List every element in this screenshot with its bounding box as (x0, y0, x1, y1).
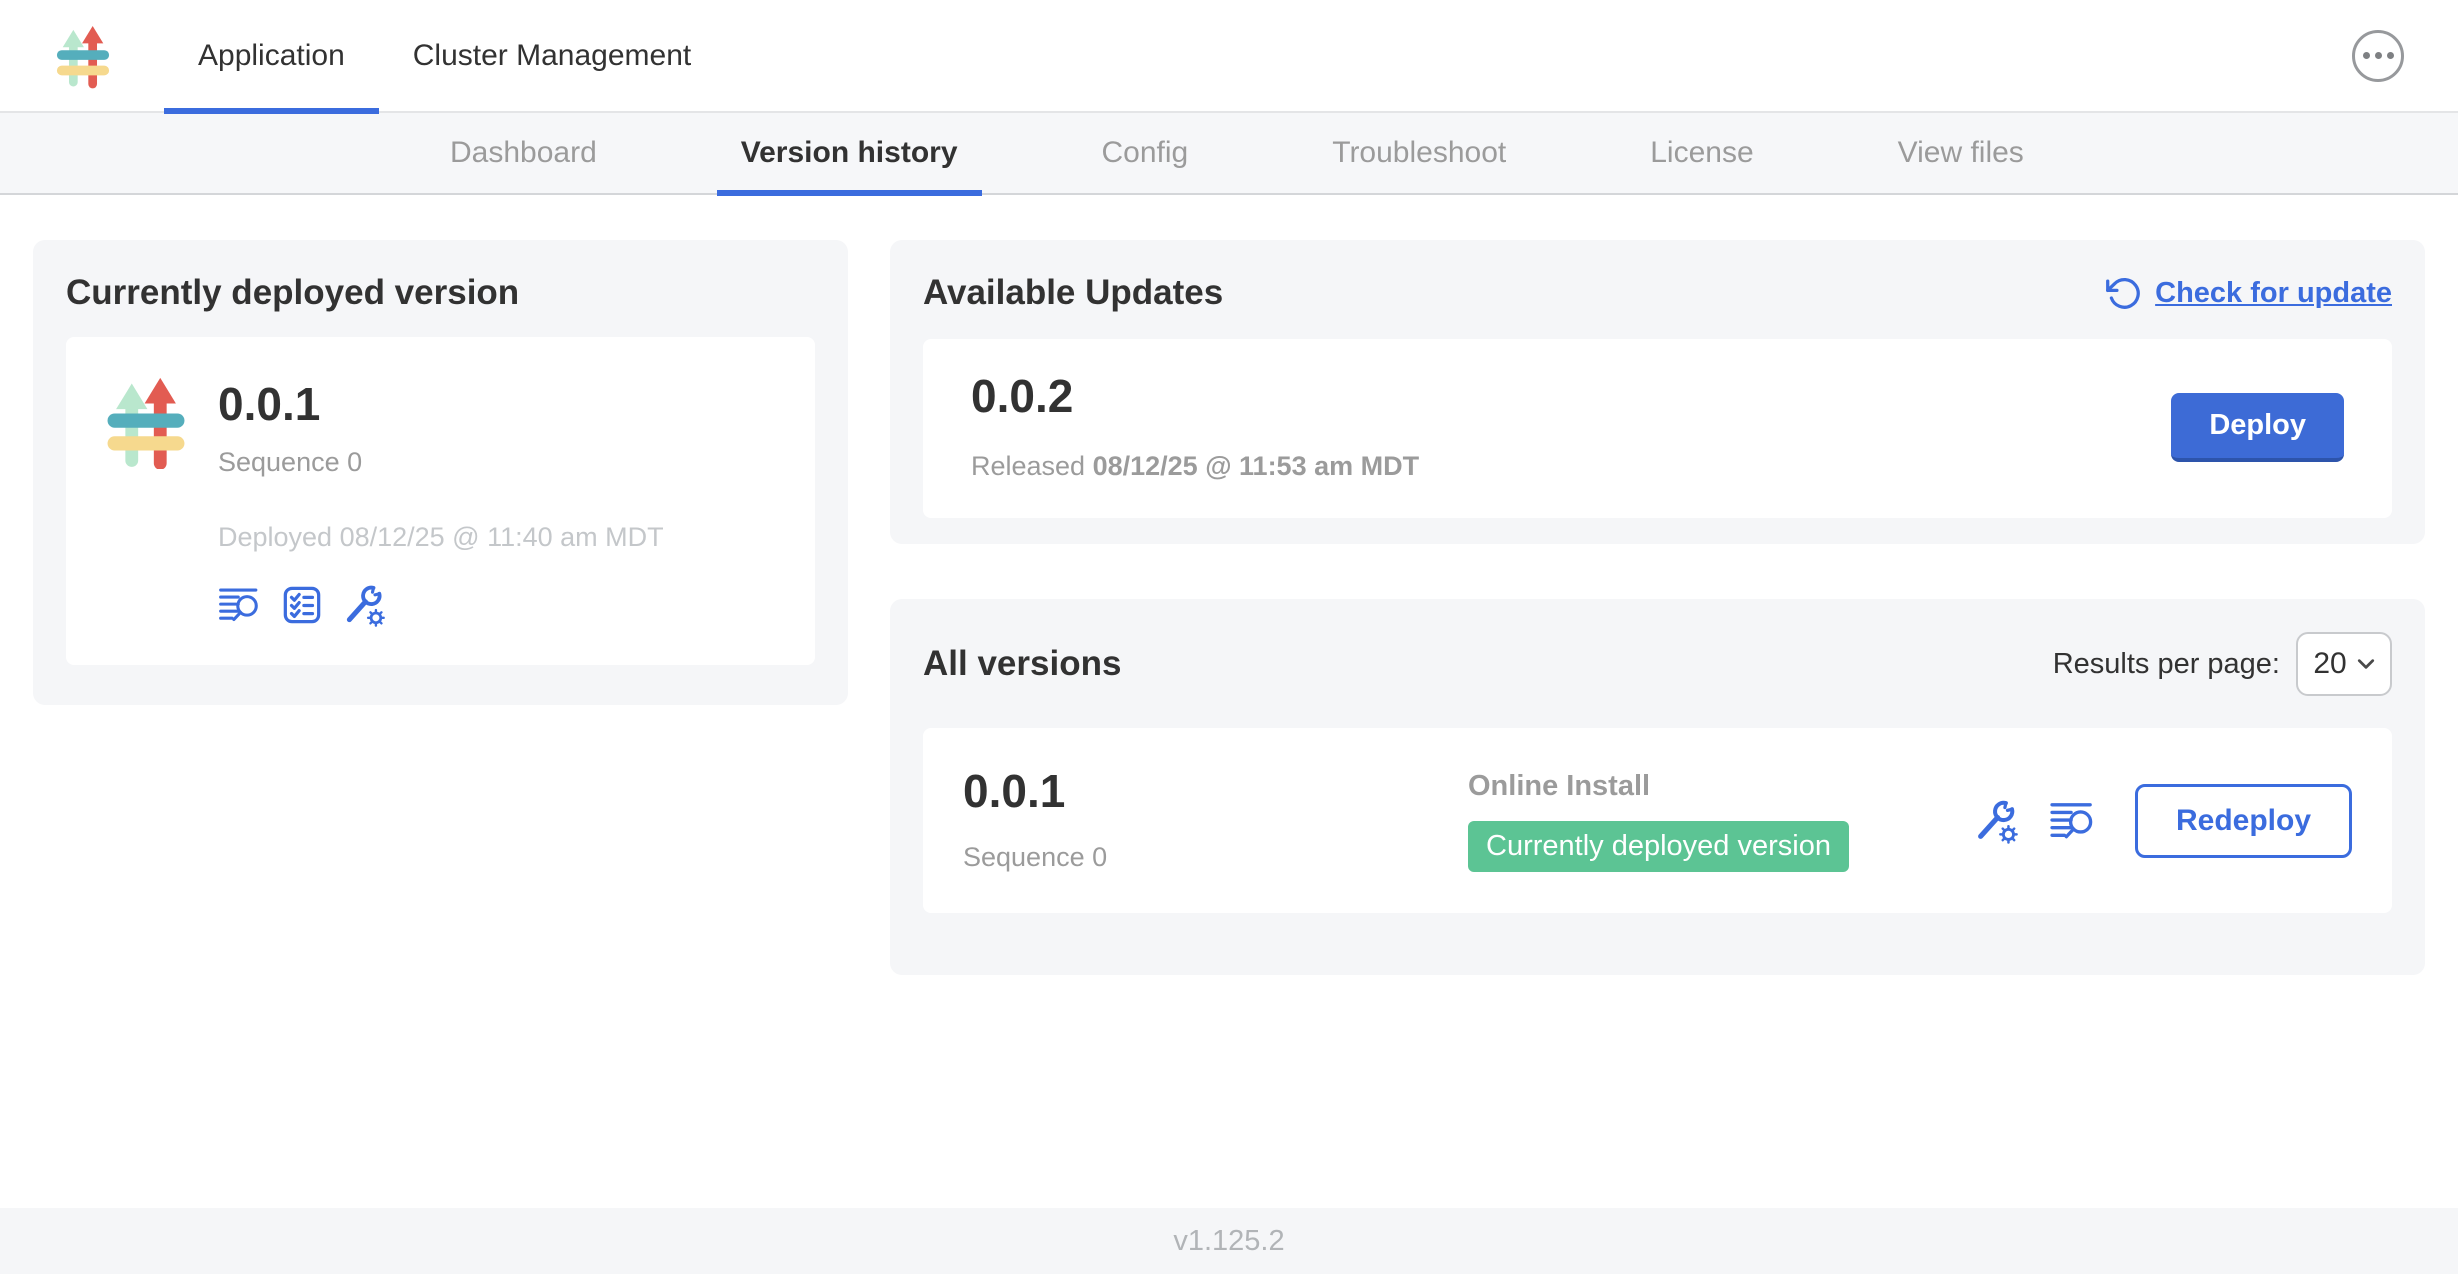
version-row: 0.0.1 Sequence 0 Online Install Currentl… (923, 728, 2392, 913)
config-wrench-gear-icon[interactable] (342, 583, 386, 627)
version-actions: Redeploy (1973, 784, 2352, 858)
check-for-update-label: Check for update (2155, 277, 2392, 310)
update-version-number: 0.0.2 (971, 373, 1419, 419)
ellipsis-icon (2375, 52, 2382, 59)
console-version: v1.125.2 (1173, 1225, 1284, 1258)
chevron-down-icon (2357, 658, 2375, 670)
app-logo-icon (102, 375, 190, 469)
released-date: 08/12/25 @ 11:53 am MDT (1093, 451, 1420, 481)
tab-application[interactable]: Application (164, 0, 379, 112)
preflight-checklist-icon[interactable] (282, 585, 322, 625)
overflow-menu-button[interactable] (2352, 30, 2404, 82)
version-number: 0.0.1 (963, 768, 1468, 814)
all-versions-header: All versions Results per page: 20 (923, 632, 2392, 696)
deployed-actions (218, 583, 664, 627)
deployed-version-number: 0.0.1 (218, 381, 664, 427)
available-updates-title: Available Updates (923, 273, 1223, 313)
install-type-label: Online Install (1468, 770, 1973, 803)
tab-view-files[interactable]: View files (1874, 112, 2048, 194)
deployed-sequence: Sequence 0 (218, 447, 664, 478)
check-for-update-link[interactable]: Check for update (2106, 275, 2392, 312)
released-prefix: Released (971, 451, 1085, 481)
results-per-page: Results per page: 20 (2053, 632, 2392, 696)
top-header: Application Cluster Management (0, 0, 2458, 113)
tab-troubleshoot[interactable]: Troubleshoot (1308, 112, 1530, 194)
available-updates-card: Available Updates Check for update 0.0.2 (890, 240, 2425, 544)
results-per-page-value: 20 (2313, 647, 2346, 681)
available-updates-header: Available Updates Check for update (923, 273, 2392, 313)
tab-version-history[interactable]: Version history (717, 112, 982, 194)
all-versions-card: All versions Results per page: 20 (890, 599, 2425, 975)
logs-icon[interactable] (2049, 801, 2097, 841)
tab-cluster-management[interactable]: Cluster Management (379, 0, 725, 112)
deployed-version-info: 0.0.1 Sequence 0 Deployed 08/12/25 @ 11:… (218, 375, 664, 627)
version-status: Online Install Currently deployed versio… (1468, 770, 1973, 872)
deploy-button[interactable]: Deploy (2171, 393, 2344, 462)
update-released-timestamp: Released 08/12/25 @ 11:53 am MDT (971, 451, 1419, 482)
results-per-page-label: Results per page: (2053, 648, 2280, 681)
ellipsis-icon (2387, 52, 2394, 59)
app-logo-icon (54, 19, 112, 93)
currently-deployed-badge: Currently deployed version (1468, 821, 1849, 872)
tab-dashboard[interactable]: Dashboard (426, 112, 621, 194)
results-per-page-select[interactable]: 20 (2296, 632, 2392, 696)
config-wrench-gear-icon[interactable] (1973, 798, 2019, 844)
deployed-card-title: Currently deployed version (66, 273, 815, 313)
currently-deployed-card: Currently deployed version 0.0.1 Sequenc… (33, 240, 848, 705)
version-sequence: Sequence 0 (963, 842, 1468, 873)
version-info: 0.0.1 Sequence 0 (963, 768, 1468, 873)
app-subnav: Dashboard Version history Config Trouble… (0, 113, 2458, 195)
update-row: 0.0.2 Released 08/12/25 @ 11:53 am MDT D… (923, 339, 2392, 518)
header-tabs: Application Cluster Management (164, 0, 725, 112)
deployed-timestamp: Deployed 08/12/25 @ 11:40 am MDT (218, 522, 664, 553)
right-column: Available Updates Check for update 0.0.2 (890, 240, 2425, 975)
redeploy-button[interactable]: Redeploy (2135, 784, 2352, 858)
logs-icon[interactable] (218, 586, 262, 624)
tab-config[interactable]: Config (1078, 112, 1213, 194)
refresh-icon (2106, 275, 2143, 312)
main-content: Currently deployed version 0.0.1 Sequenc… (0, 195, 2458, 1208)
all-versions-title: All versions (923, 644, 1121, 684)
tab-license[interactable]: License (1626, 112, 1777, 194)
update-info: 0.0.2 Released 08/12/25 @ 11:53 am MDT (971, 373, 1419, 482)
deployed-version-panel: 0.0.1 Sequence 0 Deployed 08/12/25 @ 11:… (66, 337, 815, 665)
ellipsis-icon (2363, 52, 2370, 59)
footer: v1.125.2 (0, 1208, 2458, 1274)
